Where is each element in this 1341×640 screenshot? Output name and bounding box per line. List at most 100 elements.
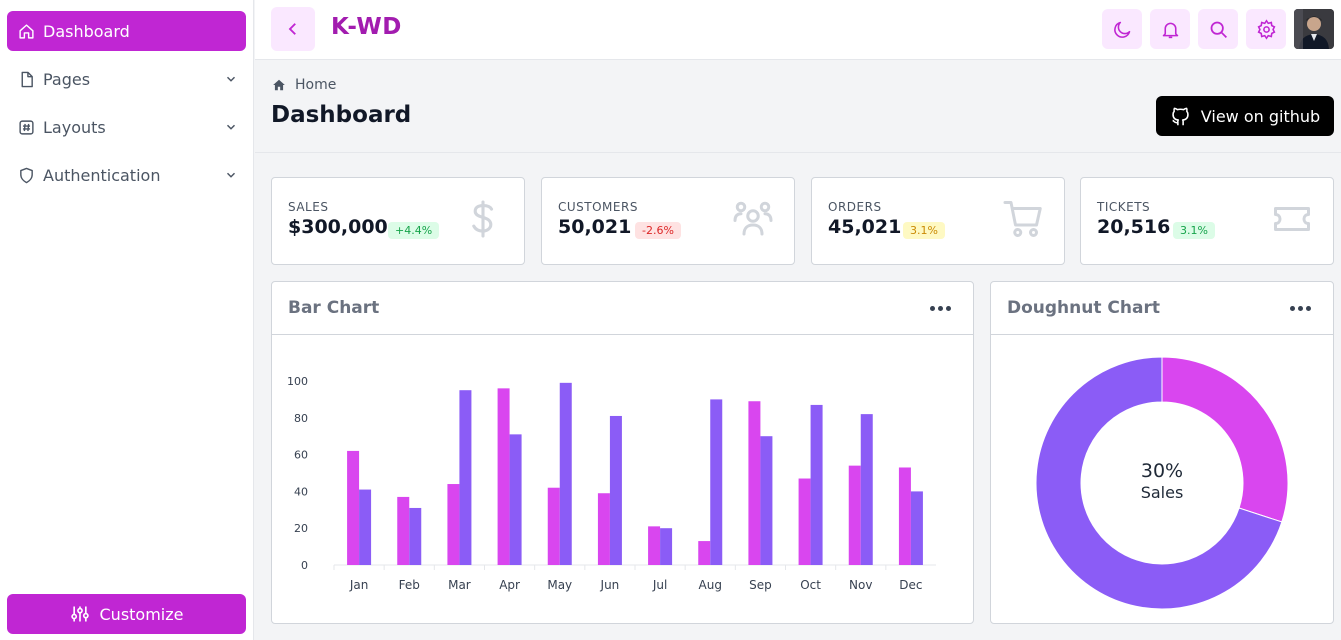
- x-tick-label: May: [547, 578, 572, 592]
- x-tick-label: Nov: [849, 578, 872, 592]
- bar[interactable]: [609, 415, 622, 565]
- x-tick-label: Jul: [652, 578, 667, 592]
- top-header: K-WD: [255, 0, 1341, 60]
- sidebar-item-label: Authentication: [43, 165, 161, 185]
- y-tick-label: 80: [294, 412, 308, 425]
- bar-chart-panel: Bar Chart 0 20 40 60 80 100 Jan Feb Mar Apr May Jun…: [271, 281, 974, 624]
- x-tick-label: Apr: [499, 578, 520, 592]
- y-tick-label: 60: [294, 449, 308, 462]
- sidebar-item-label: Layouts: [43, 117, 106, 137]
- bar[interactable]: [509, 434, 522, 565]
- customize-label: Customize: [99, 604, 184, 624]
- bar[interactable]: [359, 489, 372, 565]
- brand-title[interactable]: K-WD: [331, 14, 402, 40]
- cart-icon: [1000, 196, 1046, 242]
- github-icon: [1170, 106, 1191, 127]
- sidebar-item-label: Pages: [43, 69, 91, 89]
- stat-card-customers: CUSTOMERS 50,021 -2.6%: [541, 177, 795, 265]
- bar[interactable]: [648, 526, 661, 565]
- collapse-sidebar-button[interactable]: [271, 7, 315, 51]
- breadcrumb: Home: [272, 77, 336, 93]
- bar[interactable]: [860, 414, 873, 565]
- x-tick-label: Feb: [399, 578, 420, 592]
- sidebar-item-label: Dashboard: [43, 21, 130, 41]
- bar[interactable]: [910, 491, 923, 565]
- bar[interactable]: [597, 493, 610, 565]
- stat-value: $300,000: [288, 216, 388, 238]
- doughnut-percent: 30%: [1140, 460, 1184, 482]
- stat-card-orders: ORDERS 45,021 3.1%: [811, 177, 1065, 265]
- chevron-left-icon: [284, 20, 302, 38]
- users-icon: [730, 196, 776, 242]
- moon-icon: [1112, 19, 1133, 40]
- x-tick-label: Dec: [899, 578, 922, 592]
- search-icon: [1208, 19, 1229, 40]
- sidebar-item-pages[interactable]: Pages: [7, 59, 246, 99]
- bar[interactable]: [497, 388, 510, 565]
- bell-icon: [1160, 19, 1181, 40]
- dollar-icon: [460, 196, 506, 242]
- stat-title: SALES: [288, 200, 329, 214]
- stat-value: 20,516: [1097, 216, 1171, 238]
- x-tick-label: Oct: [800, 578, 821, 592]
- sidebar-item-authentication[interactable]: Authentication: [7, 155, 246, 195]
- stat-title: ORDERS: [828, 200, 882, 214]
- sidebar-item-dashboard[interactable]: Dashboard: [7, 11, 246, 51]
- ticket-icon: [1269, 196, 1315, 242]
- bar[interactable]: [698, 541, 711, 565]
- bar[interactable]: [409, 507, 422, 565]
- stat-title: CUSTOMERS: [558, 200, 638, 214]
- search-button[interactable]: [1198, 9, 1238, 49]
- more-options-icon[interactable]: [1284, 302, 1317, 315]
- x-tick-label: Aug: [699, 578, 722, 592]
- bar[interactable]: [710, 399, 723, 565]
- breadcrumb-home-link[interactable]: Home: [295, 77, 336, 93]
- settings-button[interactable]: [1246, 9, 1286, 49]
- view-on-github-button[interactable]: View on github: [1156, 96, 1334, 136]
- chevron-down-icon: [216, 72, 246, 86]
- panel-title: Doughnut Chart: [1007, 298, 1160, 318]
- bar[interactable]: [848, 465, 861, 565]
- stat-card-sales: SALES $300,000 +4.4%: [271, 177, 525, 265]
- more-options-icon[interactable]: [924, 302, 957, 315]
- y-tick-label: 0: [301, 559, 308, 572]
- chevron-down-icon: [216, 168, 246, 182]
- gear-icon: [1256, 18, 1277, 40]
- hash-icon: [17, 118, 35, 136]
- bar[interactable]: [660, 528, 673, 565]
- bar[interactable]: [810, 404, 823, 565]
- stat-badge: -2.6%: [635, 222, 681, 239]
- bar[interactable]: [898, 467, 911, 565]
- panel-title: Bar Chart: [288, 298, 380, 318]
- y-tick-label: 40: [294, 485, 308, 498]
- panel-header: Doughnut Chart: [991, 282, 1333, 335]
- x-tick-label: Mar: [448, 578, 471, 592]
- file-icon: [17, 70, 35, 88]
- stat-value: 45,021: [828, 216, 902, 238]
- doughnut-chart-panel: Doughnut Chart 30% Sales: [990, 281, 1334, 624]
- avatar[interactable]: [1294, 9, 1334, 49]
- github-button-label: View on github: [1200, 106, 1321, 126]
- bar[interactable]: [748, 401, 761, 565]
- customize-button[interactable]: Customize: [7, 594, 246, 634]
- bar[interactable]: [447, 484, 460, 565]
- bar[interactable]: [760, 436, 773, 565]
- stat-title: TICKETS: [1097, 200, 1151, 214]
- bar[interactable]: [397, 496, 410, 565]
- x-tick-label: Sep: [749, 578, 772, 592]
- sidebar: Dashboard Pages Layouts Authentication C: [0, 0, 254, 640]
- notifications-button[interactable]: [1150, 9, 1190, 49]
- stat-value: 50,021: [558, 216, 632, 238]
- stat-badge: 3.1%: [903, 222, 945, 239]
- bar[interactable]: [347, 450, 360, 565]
- dark-mode-button[interactable]: [1102, 9, 1142, 49]
- bar[interactable]: [559, 382, 572, 565]
- x-tick-label: Jan: [349, 578, 369, 592]
- bar[interactable]: [547, 487, 560, 565]
- sliders-icon: [70, 604, 90, 624]
- chevron-down-icon: [216, 120, 246, 134]
- sidebar-item-layouts[interactable]: Layouts: [7, 107, 246, 147]
- bar[interactable]: [459, 390, 472, 565]
- stat-badge: +4.4%: [388, 222, 440, 239]
- bar[interactable]: [798, 478, 811, 565]
